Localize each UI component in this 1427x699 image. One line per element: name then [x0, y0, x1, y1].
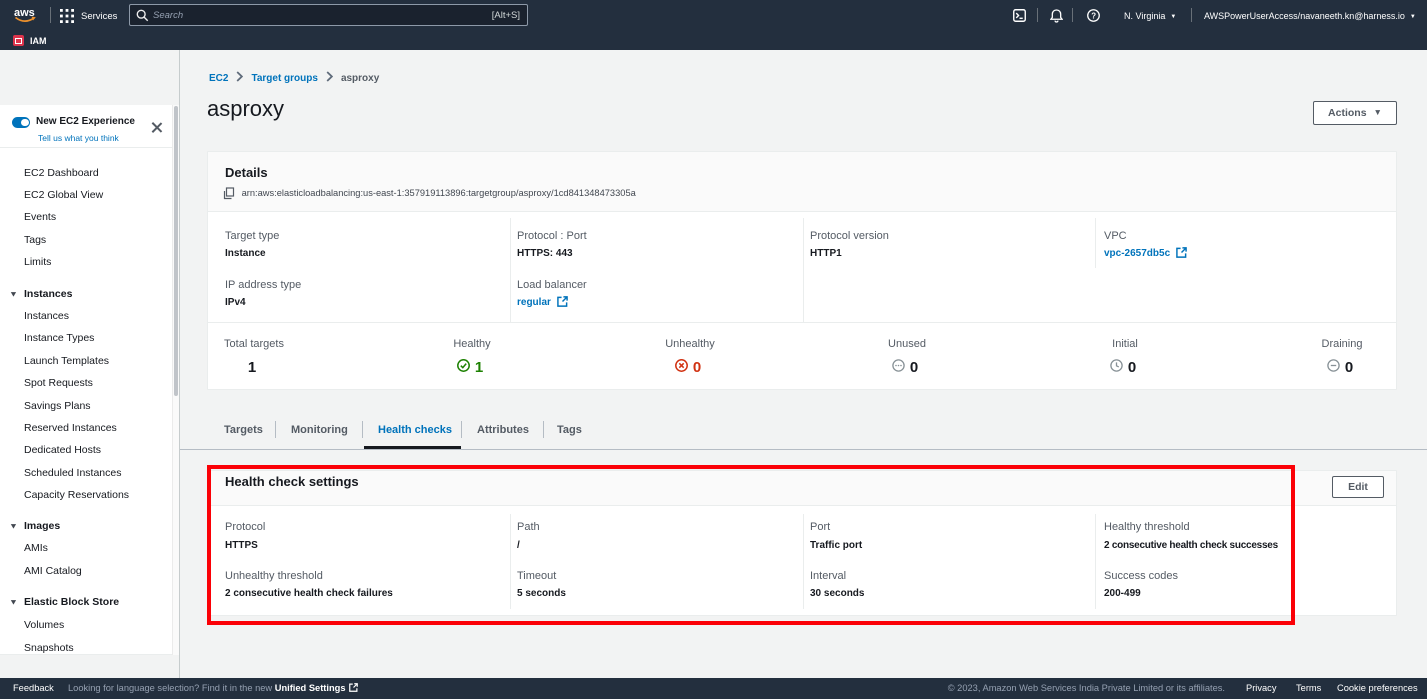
svg-text:aws: aws [14, 7, 35, 19]
svg-text:?: ? [1091, 11, 1096, 20]
